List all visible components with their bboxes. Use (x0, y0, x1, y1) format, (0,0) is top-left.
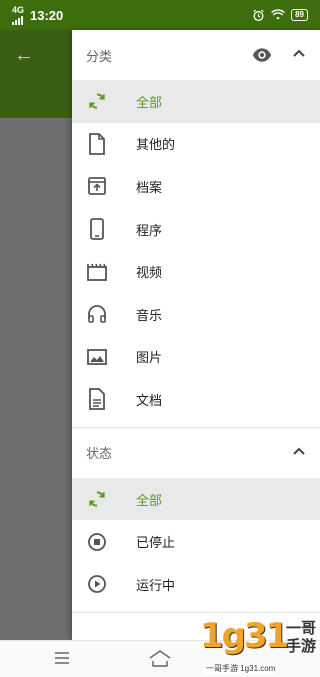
status-item-label: 已停止 (136, 535, 176, 551)
image-icon (86, 346, 108, 368)
status-item-label: 全部 (136, 492, 163, 508)
category-section-header: 分类 (72, 30, 320, 80)
back-arrow-icon: ← (14, 44, 34, 66)
chevron-up-icon[interactable] (292, 48, 306, 58)
category-item-label: 视频 (136, 265, 163, 281)
refresh-icon (86, 488, 108, 510)
category-item-images[interactable]: 图片 (72, 336, 320, 379)
status-item-stopped[interactable]: 已停止 (72, 520, 320, 563)
file-icon (86, 132, 108, 155)
watermark-brand-top: 一哥 (285, 620, 316, 637)
network-type: 4G (12, 4, 25, 15)
play-circle-icon (86, 573, 108, 595)
battery-icon: 89 (291, 9, 308, 21)
watermark-brand-bottom: 手游 (285, 638, 316, 655)
category-title: 分类 (86, 48, 113, 64)
category-item-music[interactable]: 音乐 (72, 293, 320, 336)
status-item-all[interactable]: 全部 (72, 477, 320, 521)
status-bar: 4G 13:20 89 (0, 0, 320, 30)
signal-icon (12, 15, 24, 25)
category-item-video[interactable]: 视频 (72, 250, 320, 293)
wifi-icon (271, 9, 285, 20)
category-item-apps[interactable]: 程序 (72, 208, 320, 251)
status-item-running[interactable]: 运行中 (72, 563, 320, 606)
category-item-label: 音乐 (136, 307, 163, 323)
watermark-logo: 1g31 (200, 616, 289, 656)
status-item-label: 运行中 (136, 577, 176, 593)
watermark-brand: 一哥 手游 (286, 620, 316, 656)
category-item-all[interactable]: 全部 (72, 80, 320, 123)
status-right: 89 (252, 9, 308, 22)
refresh-icon (86, 90, 108, 112)
site-watermark: 1g31 一哥 手游 一哥手游 1g31.com (196, 614, 320, 676)
clock: 13:20 (30, 7, 64, 23)
drawer-scrim[interactable] (0, 118, 72, 640)
category-item-label: 程序 (136, 222, 163, 238)
status-title: 状态 (86, 446, 113, 462)
home-icon[interactable] (148, 649, 172, 667)
status-left: 4G 13:20 (12, 4, 64, 25)
category-item-label: 其他的 (136, 137, 176, 153)
filter-drawer: 分类 全部 其他的 档案 程序 视频 音乐 图片 文档 状态 全部 已停止 运行… (72, 30, 320, 640)
alarm-icon (253, 9, 264, 21)
phone-icon (86, 218, 108, 240)
menu-icon[interactable] (54, 651, 70, 665)
stop-circle-icon (86, 531, 108, 553)
network-indicator: 4G (12, 4, 25, 25)
chevron-up-icon[interactable] (292, 446, 306, 456)
status-section-header: 状态 (72, 428, 320, 478)
section-divider (72, 611, 320, 613)
category-item-label: 档案 (136, 179, 163, 195)
archive-icon (86, 175, 108, 197)
document-icon (86, 388, 108, 411)
video-icon (86, 261, 108, 283)
category-item-other[interactable]: 其他的 (72, 123, 320, 166)
eye-icon[interactable] (252, 47, 272, 63)
category-item-label: 全部 (136, 94, 163, 110)
category-item-label: 文档 (136, 392, 163, 408)
category-item-archive[interactable]: 档案 (72, 165, 320, 208)
watermark-url: 一哥手游 1g31.com (202, 663, 280, 674)
headphones-icon (86, 303, 108, 325)
category-item-documents[interactable]: 文档 (72, 378, 320, 421)
category-item-label: 图片 (136, 350, 163, 366)
